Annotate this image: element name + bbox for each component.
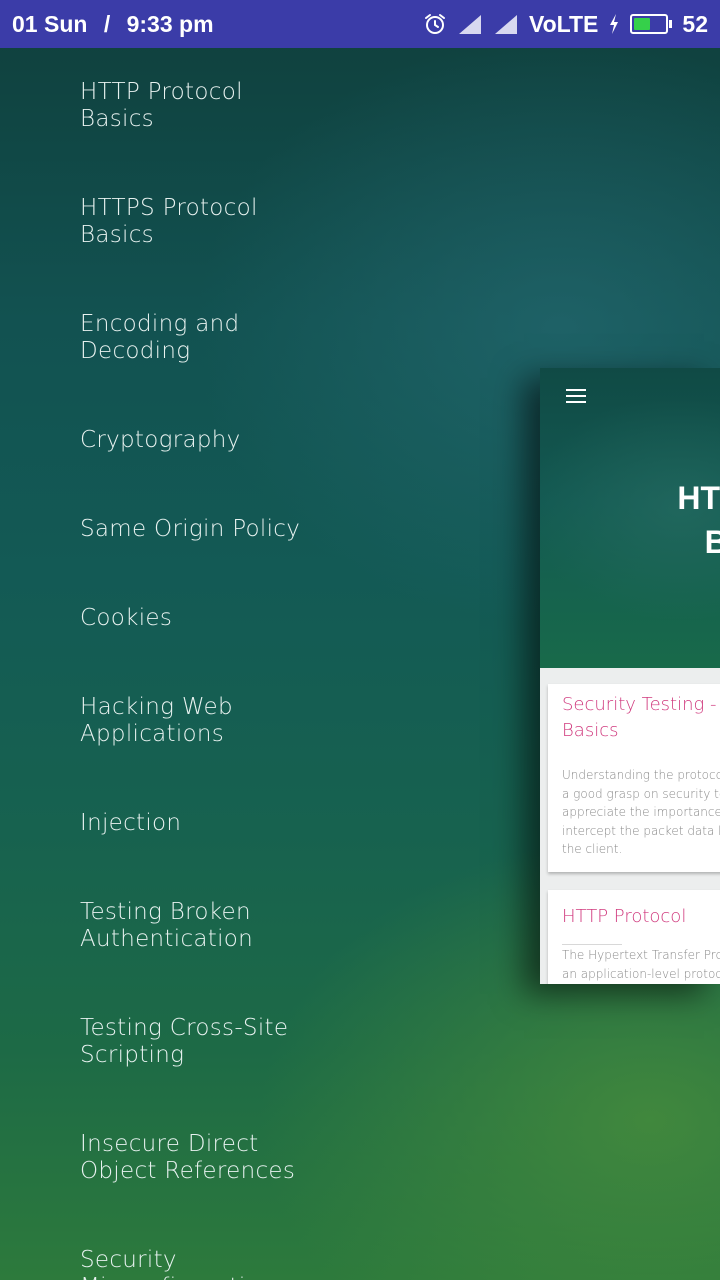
battery-fill bbox=[634, 18, 650, 30]
preview-header: HTTP P Bas bbox=[540, 368, 720, 668]
drawer-item-hacking-web-applications[interactable]: Hacking Web Applications bbox=[80, 694, 380, 748]
status-icons: VoLTE 52 bbox=[423, 11, 708, 38]
status-time: 9:33 pm bbox=[126, 10, 214, 37]
card-title: HTTP Protocol bbox=[562, 906, 687, 927]
drawer-item-cookies[interactable]: Cookies bbox=[80, 605, 380, 632]
signal-icon bbox=[458, 15, 481, 34]
battery-level: 52 bbox=[682, 10, 708, 37]
article-card[interactable]: Security Testing - H Basics Understandin… bbox=[548, 684, 720, 872]
article-card[interactable]: HTTP Protocol The Hypertext Transfer Pro… bbox=[548, 890, 720, 984]
drawer-item-http-protocol-basics[interactable]: HTTP Protocol Basics bbox=[80, 79, 380, 133]
battery-icon bbox=[630, 14, 673, 34]
drawer-item-https-protocol-basics[interactable]: HTTPS Protocol Basics bbox=[80, 195, 380, 249]
network-label: VoLTE bbox=[528, 10, 599, 37]
drawer-item-insecure-direct-object-references[interactable]: Insecure Direct Object References bbox=[80, 1131, 380, 1185]
navigation-drawer: HTTP Protocol Basics HTTPS Protocol Basi… bbox=[0, 48, 400, 1280]
signal-icon bbox=[494, 15, 517, 34]
drawer-item-testing-cross-site-scripting[interactable]: Testing Cross-Site Scripting bbox=[80, 1015, 380, 1069]
menu-icon[interactable] bbox=[566, 389, 586, 403]
drawer-item-same-origin-policy[interactable]: Same Origin Policy bbox=[80, 516, 380, 543]
content-preview[interactable]: HTTP P Bas Security Testing - H Basics U… bbox=[540, 368, 720, 984]
status-bar: 01 Sun / 9:33 pm VoLTE 52 bbox=[0, 0, 720, 48]
status-date: 01 Sun bbox=[12, 10, 88, 37]
card-body: The Hypertext Transfer Prot an applicati… bbox=[562, 948, 720, 981]
status-separator: / bbox=[103, 10, 111, 37]
drawer-item-injection[interactable]: Injection bbox=[80, 810, 380, 837]
drawer-item-security-misconfiguration[interactable]: Security Misconfiguration bbox=[80, 1247, 380, 1280]
page-title: HTTP P Bas bbox=[677, 480, 720, 560]
drawer-item-cryptography[interactable]: Cryptography bbox=[80, 427, 380, 454]
alarm-icon bbox=[424, 14, 445, 34]
card-body: Understanding the protoco a good grasp o… bbox=[562, 768, 720, 856]
charging-icon bbox=[610, 14, 619, 34]
card-divider bbox=[562, 944, 622, 945]
card-title: Security Testing - H Basics bbox=[562, 694, 717, 741]
drawer-item-testing-broken-authentication[interactable]: Testing Broken Authentication bbox=[80, 899, 380, 953]
drawer-item-encoding-decoding[interactable]: Encoding and Decoding bbox=[80, 311, 380, 365]
status-date-time: 01 Sun / 9:33 pm bbox=[12, 11, 214, 38]
